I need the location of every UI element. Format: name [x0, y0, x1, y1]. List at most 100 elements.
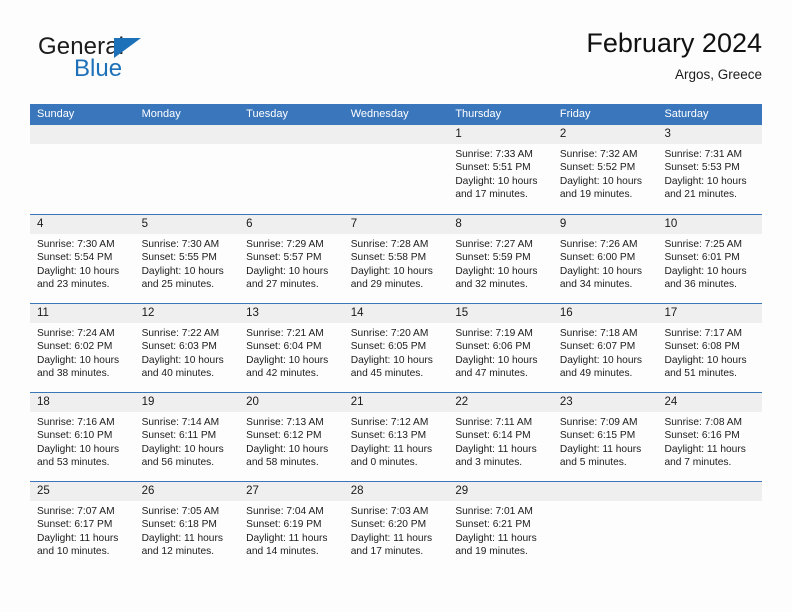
- day-details: Sunrise: 7:03 AM Sunset: 6:20 PM Daylight:…: [344, 501, 449, 559]
- day-cell-20[interactable]: 20 Sunrise: 7:13 AM Sunset: 6:12 PM Dayligh…: [239, 393, 344, 481]
- day-cell-17[interactable]: 17 Sunrise: 7:17 AM Sunset: 6:08 PM Dayligh…: [657, 304, 763, 392]
- day-cell-11[interactable]: 11 Sunrise: 7:24 AM Sunset: 6:02 PM Dayligh…: [30, 304, 135, 392]
- day-detail-line: Daylight: 10 hours: [37, 354, 120, 366]
- day-number: 29: [455, 485, 469, 497]
- day-number: 11: [37, 307, 49, 319]
- day-cell-3[interactable]: 3 Sunrise: 7:31 AM Sunset: 5:53 PM Daylight…: [657, 125, 763, 214]
- brand-name-blue: Blue: [74, 55, 123, 82]
- day-detail-line: Sunset: 6:13 PM: [350, 430, 427, 442]
- day-detail-line: Sunrise: 7:28 AM: [350, 239, 429, 250]
- day-details: Sunrise: 7:22 AM Sunset: 6:03 PM Daylight:…: [135, 323, 240, 381]
- day-detail-line: Sunset: 6:01 PM: [664, 252, 740, 264]
- day-cell-23[interactable]: 23 Sunrise: 7:09 AM Sunset: 6:15 PM Dayligh…: [552, 393, 658, 481]
- day-number: 23: [559, 396, 573, 408]
- day-number-band: 27: [239, 482, 344, 501]
- day-cell-empty: [657, 482, 763, 570]
- day-details: Sunrise: 7:12 AM Sunset: 6:13 PM Daylight:…: [344, 412, 449, 470]
- day-detail-line: Daylight: 11 hours: [455, 532, 537, 544]
- day-detail-line: Daylight: 10 hours: [141, 443, 224, 455]
- day-number-band: 1: [448, 125, 553, 144]
- day-cell-27[interactable]: 27 Sunrise: 7:04 AM Sunset: 6:19 PM Dayligh…: [239, 482, 344, 570]
- day-details: [553, 501, 658, 505]
- day-cell-19[interactable]: 19 Sunrise: 7:14 AM Sunset: 6:11 PM Dayligh…: [134, 393, 240, 481]
- day-number: 13: [246, 307, 259, 319]
- day-cell-21[interactable]: 21 Sunrise: 7:12 AM Sunset: 6:13 PM Dayligh…: [343, 393, 449, 481]
- day-cell-24[interactable]: 24 Sunrise: 7:08 AM Sunset: 6:16 PM Dayligh…: [657, 393, 763, 481]
- day-cell-empty: [552, 482, 658, 570]
- day-details: [239, 144, 344, 148]
- day-cell-12[interactable]: 12 Sunrise: 7:22 AM Sunset: 6:03 PM Dayligh…: [134, 304, 240, 392]
- day-details: Sunrise: 7:14 AM Sunset: 6:11 PM Daylight:…: [135, 412, 240, 470]
- day-cell-6[interactable]: 6 Sunrise: 7:29 AM Sunset: 5:57 PM Daylight…: [239, 215, 344, 303]
- day-cell-13[interactable]: 13 Sunrise: 7:21 AM Sunset: 6:04 PM Dayligh…: [239, 304, 344, 392]
- day-detail-line: and 17 minutes.: [455, 189, 528, 201]
- day-number: 28: [350, 485, 364, 497]
- day-detail-line: Sunset: 6:03 PM: [141, 341, 217, 353]
- day-cell-7[interactable]: 7 Sunrise: 7:28 AM Sunset: 5:58 PM Daylight…: [343, 215, 449, 303]
- day-detail-line: Daylight: 10 hours: [350, 265, 433, 277]
- day-details: Sunrise: 7:29 AM Sunset: 5:57 PM Daylight:…: [239, 234, 344, 292]
- day-detail-line: Sunset: 6:19 PM: [246, 519, 322, 531]
- day-number: 17: [664, 307, 678, 319]
- day-number-band: 20: [239, 393, 344, 412]
- day-cell-1[interactable]: 1 Sunrise: 7:33 AM Sunset: 5:51 PM Daylight…: [448, 125, 553, 214]
- day-number-band: [239, 125, 344, 144]
- day-detail-line: Daylight: 11 hours: [350, 443, 433, 455]
- title-block: February 2024 Argos, Greece: [586, 26, 762, 85]
- day-detail-line: and 34 minutes.: [559, 279, 633, 291]
- day-detail-line: Daylight: 10 hours: [37, 443, 120, 455]
- calendar-week-row: 25 Sunrise: 7:07 AM Sunset: 6:17 PM Dayligh…: [30, 481, 763, 570]
- day-detail-line: and 36 minutes.: [664, 279, 737, 291]
- day-number-band: 23: [552, 393, 658, 412]
- day-cell-18[interactable]: 18 Sunrise: 7:16 AM Sunset: 6:10 PM Dayligh…: [30, 393, 135, 481]
- day-detail-line: Daylight: 10 hours: [246, 354, 329, 366]
- brand-logo[interactable]: General Blue: [38, 34, 218, 92]
- day-details: Sunrise: 7:13 AM Sunset: 6:12 PM Daylight:…: [239, 412, 344, 470]
- day-details: Sunrise: 7:19 AM Sunset: 6:06 PM Daylight:…: [448, 323, 553, 381]
- day-cell-9[interactable]: 9 Sunrise: 7:26 AM Sunset: 6:00 PM Daylight…: [552, 215, 658, 303]
- day-detail-line: Daylight: 11 hours: [350, 532, 433, 544]
- day-detail-line: Daylight: 11 hours: [455, 443, 537, 455]
- day-cell-16[interactable]: 16 Sunrise: 7:18 AM Sunset: 6:07 PM Dayligh…: [552, 304, 658, 392]
- day-details: Sunrise: 7:07 AM Sunset: 6:17 PM Daylight:…: [30, 501, 135, 559]
- day-detail-line: and 45 minutes.: [350, 368, 424, 380]
- day-detail-line: and 27 minutes.: [246, 279, 319, 291]
- day-cell-14[interactable]: 14 Sunrise: 7:20 AM Sunset: 6:05 PM Dayligh…: [343, 304, 449, 392]
- day-detail-line: and 23 minutes.: [37, 279, 110, 291]
- day-detail-line: Daylight: 10 hours: [37, 265, 120, 277]
- day-detail-line: Sunrise: 7:13 AM: [246, 417, 324, 428]
- day-number-band: 8: [448, 215, 553, 234]
- day-cell-5[interactable]: 5 Sunrise: 7:30 AM Sunset: 5:55 PM Daylight…: [134, 215, 240, 303]
- day-detail-line: Sunrise: 7:31 AM: [664, 149, 743, 160]
- day-number: 14: [350, 307, 364, 319]
- day-cell-29[interactable]: 29 Sunrise: 7:01 AM Sunset: 6:21 PM Dayligh…: [448, 482, 553, 570]
- day-detail-line: Sunrise: 7:22 AM: [141, 328, 220, 339]
- day-detail-line: Sunset: 5:51 PM: [455, 162, 531, 174]
- day-cell-28[interactable]: 28 Sunrise: 7:03 AM Sunset: 6:20 PM Dayligh…: [343, 482, 449, 570]
- day-cell-15[interactable]: 15 Sunrise: 7:19 AM Sunset: 6:06 PM Dayligh…: [448, 304, 553, 392]
- day-details: [657, 501, 762, 505]
- day-detail-line: Daylight: 11 hours: [664, 443, 746, 455]
- day-detail-line: Sunset: 6:10 PM: [37, 430, 113, 442]
- day-cell-10[interactable]: 10 Sunrise: 7:25 AM Sunset: 6:01 PM Dayligh…: [657, 215, 763, 303]
- day-details: Sunrise: 7:16 AM Sunset: 6:10 PM Daylight:…: [30, 412, 135, 470]
- day-number-band: 9: [552, 215, 658, 234]
- day-cell-26[interactable]: 26 Sunrise: 7:05 AM Sunset: 6:18 PM Dayligh…: [134, 482, 240, 570]
- day-detail-line: and 56 minutes.: [141, 457, 215, 469]
- day-detail-line: and 38 minutes.: [37, 368, 110, 380]
- day-detail-line: Sunrise: 7:24 AM: [37, 328, 115, 339]
- day-cell-25[interactable]: 25 Sunrise: 7:07 AM Sunset: 6:17 PM Dayligh…: [30, 482, 135, 570]
- day-cell-8[interactable]: 8 Sunrise: 7:27 AM Sunset: 5:59 PM Daylight…: [448, 215, 553, 303]
- day-detail-line: Sunset: 6:17 PM: [37, 519, 113, 531]
- day-details: Sunrise: 7:30 AM Sunset: 5:54 PM Daylight:…: [30, 234, 135, 292]
- day-cell-4[interactable]: 4 Sunrise: 7:30 AM Sunset: 5:54 PM Daylight…: [30, 215, 135, 303]
- day-detail-line: Daylight: 10 hours: [350, 354, 433, 366]
- day-cell-22[interactable]: 22 Sunrise: 7:11 AM Sunset: 6:14 PM Dayligh…: [448, 393, 553, 481]
- day-detail-line: Daylight: 11 hours: [246, 532, 328, 544]
- day-cell-2[interactable]: 2 Sunrise: 7:32 AM Sunset: 5:52 PM Daylight…: [552, 125, 658, 214]
- day-detail-line: Daylight: 10 hours: [141, 354, 224, 366]
- day-detail-line: Daylight: 11 hours: [559, 443, 642, 455]
- day-number: 10: [664, 218, 678, 230]
- day-detail-line: Sunrise: 7:25 AM: [664, 239, 743, 250]
- calendar-week-row: 4 Sunrise: 7:30 AM Sunset: 5:54 PM Daylight…: [30, 214, 763, 303]
